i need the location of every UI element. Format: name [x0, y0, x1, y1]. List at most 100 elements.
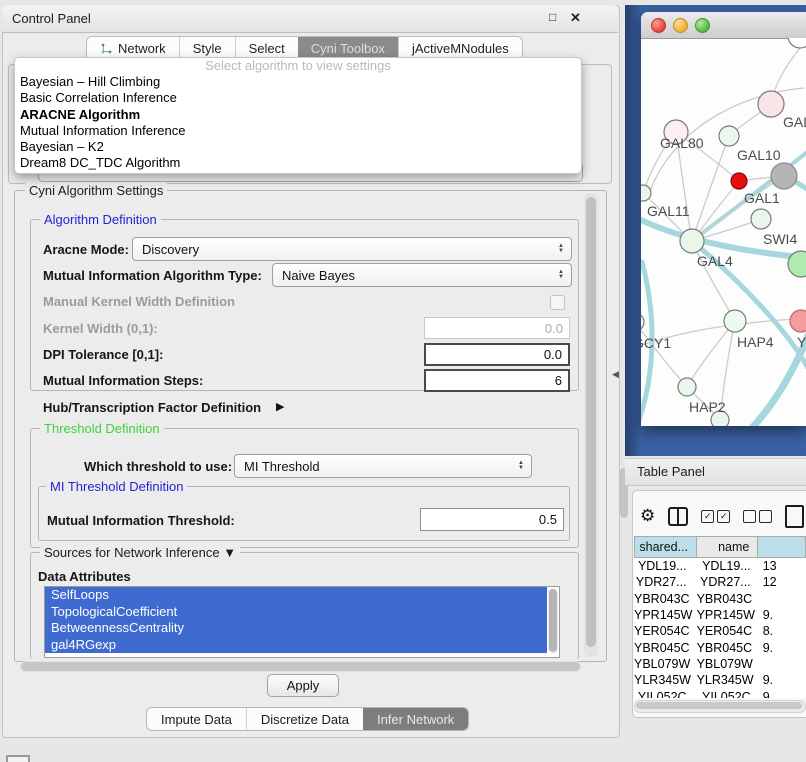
network-node-red[interactable]: [731, 173, 747, 189]
table-cell: 9.: [759, 673, 806, 687]
table-row[interactable]: YBR043CYBR043C: [634, 591, 806, 607]
close-traffic-light-icon[interactable]: [651, 18, 666, 33]
node-label-gal80: GAL80: [660, 135, 704, 151]
list-vscrollbar-thumb[interactable]: [549, 589, 557, 652]
mi-algorithm-type-select[interactable]: Naive Bayes ▲▼: [272, 263, 572, 287]
attribute-item-topologicalcoefficient[interactable]: TopologicalCoefficient: [45, 604, 547, 621]
kernel-width-field[interactable]: 0.0: [424, 317, 570, 339]
table-row[interactable]: YBL079WYBL079W: [634, 656, 806, 672]
table-row[interactable]: YDL19...YDL19...13: [634, 558, 806, 574]
table-toolbar: ⚙ ✓✓: [640, 500, 806, 532]
tab-impute-data[interactable]: Impute Data: [147, 708, 246, 730]
dpi-tolerance-label: DPI Tolerance [0,1]:: [43, 347, 163, 362]
screen: Control Panel □ ✕ NetworkStyleSelectCyni…: [0, 0, 806, 762]
network-node-pink1[interactable]: [758, 91, 784, 117]
algorithm-definition-title: Algorithm Definition: [40, 212, 161, 227]
mi-algorithm-type-label: Mutual Information Algorithm Type:: [43, 268, 262, 283]
table-cell: 9.: [759, 641, 806, 655]
table-cell: YDL19...: [634, 559, 697, 573]
algorithm-option-basic-correlation-inference[interactable]: Basic Correlation Inference: [15, 90, 581, 106]
tab-discretize-data[interactable]: Discretize Data: [246, 708, 363, 730]
tab-infer-network[interactable]: Infer Network: [363, 708, 468, 730]
column-header-col3[interactable]: [757, 537, 805, 557]
settings-hscrollbar-thumb[interactable]: [21, 662, 580, 671]
control-panel-titlebar: [2, 5, 618, 33]
column-header-shared[interactable]: shared...: [635, 537, 696, 557]
network-canvas[interactable]: GAL80GAL10GALGAL1GAL11SWI4GAL4GCY1HAP4YH…: [641, 38, 806, 426]
float-window-icon[interactable]: □: [549, 10, 556, 24]
algorithm-option-bayesian-k2[interactable]: Bayesian – K2: [15, 139, 581, 155]
unchecked-columns-icon[interactable]: [743, 510, 772, 523]
table-hscrollbar-thumb[interactable]: [636, 702, 802, 709]
expand-arrow-icon[interactable]: ▶: [276, 400, 284, 413]
cyni-settings-group-title: Cyni Algorithm Settings: [25, 183, 167, 198]
table-cell: YDL19...: [697, 559, 759, 573]
tab-label: Style: [193, 41, 222, 56]
network-node-salmon[interactable]: [790, 310, 806, 332]
zoom-traffic-light-icon[interactable]: [695, 18, 710, 33]
settings-hscrollbar[interactable]: [20, 661, 581, 672]
document-icon[interactable]: [785, 505, 804, 528]
threshold-definition-title: Threshold Definition: [40, 421, 164, 436]
table-hscrollbar[interactable]: [634, 700, 806, 713]
algorithm-option-dream8-dc-tdc-algorithm[interactable]: Dream8 DC_TDC Algorithm: [15, 155, 581, 171]
checked-columns-icon[interactable]: ✓✓: [701, 510, 730, 523]
settings-vscrollbar-thumb[interactable]: [586, 197, 596, 647]
node-label-hap4: HAP4: [737, 334, 774, 350]
network-node-green-left[interactable]: [641, 185, 651, 201]
table-row[interactable]: YPR145WYPR145W9.: [634, 607, 806, 623]
network-node-hap4[interactable]: [724, 310, 746, 332]
table-cell: YPR145W: [697, 608, 759, 622]
close-icon[interactable]: ✕: [570, 10, 581, 26]
tab-label: Network: [118, 41, 166, 56]
hub-tf-definition-toggle[interactable]: Hub/Transcription Factor Definition: [43, 400, 261, 415]
table-panel-title: Table Panel: [637, 464, 705, 479]
mi-threshold-field[interactable]: 0.5: [420, 508, 564, 531]
table-row[interactable]: YLR345WYLR345W9.: [634, 672, 806, 688]
cyni-bottom-tab-bar: Impute DataDiscretize DataInfer Network: [146, 707, 469, 731]
table-row[interactable]: YDR27...YDR27...12: [634, 574, 806, 590]
network-node-green-top[interactable]: [719, 126, 739, 146]
algorithm-popup-placeholder: Select algorithm to view settings: [15, 58, 581, 74]
table-row[interactable]: YBR045CYBR045C9.: [634, 639, 806, 655]
table-cell: YER054C: [697, 624, 759, 638]
attribute-item-selfloops[interactable]: SelfLoops: [45, 587, 547, 604]
column-header-name[interactable]: name: [696, 537, 757, 557]
node-table: shared...name YDL19...YDL19...13YDR27...…: [634, 536, 806, 698]
which-threshold-value: MI Threshold: [244, 459, 320, 474]
kernel-width-label: Kernel Width (0,1):: [43, 321, 158, 336]
split-pane-arrow-icon[interactable]: ◀: [612, 369, 619, 380]
attribute-item-betweennesscentrality[interactable]: BetweennessCentrality: [45, 620, 547, 637]
table-row[interactable]: YER054CYER054C8.: [634, 623, 806, 639]
minimized-panel-icon[interactable]: [6, 755, 30, 762]
manual-kernel-width-checkbox[interactable]: [550, 295, 565, 310]
apply-button[interactable]: Apply: [267, 674, 339, 697]
data-attributes-list[interactable]: SelfLoopsTopologicalCoefficientBetweenne…: [44, 586, 560, 658]
which-threshold-select[interactable]: MI Threshold ▲▼: [234, 454, 532, 478]
table-row[interactable]: YIL052CYIL052C9: [634, 688, 806, 698]
algorithm-option-mutual-information-inference[interactable]: Mutual Information Inference: [15, 123, 581, 139]
network-node-hap2[interactable]: [678, 378, 696, 396]
table-cell: YLR345W: [697, 673, 759, 687]
algorithm-option-bayesian-hill-climbing[interactable]: Bayesian – Hill Climbing: [15, 74, 581, 90]
algorithm-option-aracne-algorithm[interactable]: ARACNE Algorithm: [15, 107, 581, 123]
table-cell: YBR045C: [697, 641, 759, 655]
dpi-tolerance-field[interactable]: 0.0: [424, 343, 570, 366]
gear-icon[interactable]: ⚙: [640, 506, 655, 526]
table-cell: YLR345W: [634, 673, 697, 687]
stepper-arrows-icon: ▲▼: [518, 461, 524, 471]
network-node-top-partial[interactable]: [788, 38, 806, 48]
network-node-gal1[interactable]: [751, 209, 771, 229]
network-node-gray[interactable]: [771, 163, 797, 189]
aracne-mode-select[interactable]: Discovery ▲▼: [132, 237, 572, 261]
table-cell: YBL079W: [634, 657, 697, 671]
minimize-traffic-light-icon[interactable]: [673, 18, 688, 33]
split-columns-icon[interactable]: [668, 507, 688, 526]
mi-steps-field[interactable]: 6: [424, 369, 570, 392]
network-node-gcy1[interactable]: [641, 313, 644, 331]
attribute-item-gal4rgexp[interactable]: gal4RGexp: [45, 637, 547, 654]
table-rows: YDL19...YDL19...13YDR27...YDR27...12YBR0…: [634, 558, 806, 698]
collapse-arrow-icon[interactable]: ▼: [223, 545, 236, 560]
sources-group-title: Sources for Network Inference ▼: [40, 545, 240, 560]
network-node-gal4[interactable]: [680, 229, 704, 253]
